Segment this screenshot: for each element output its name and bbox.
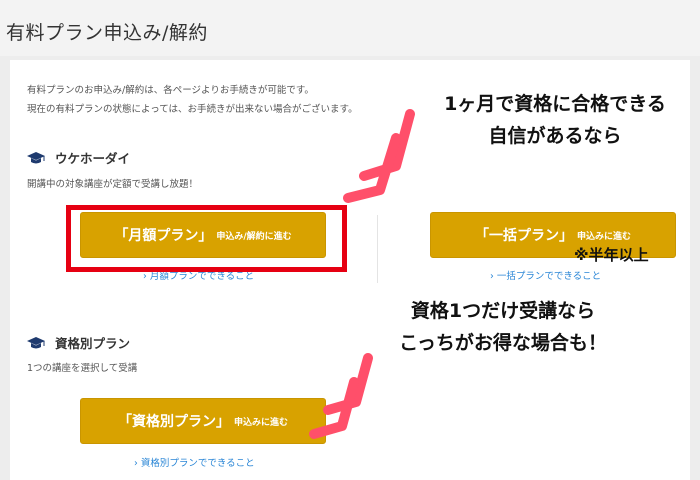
annotation-bottom-line1: 資格1つだけ受講なら (410, 300, 596, 322)
section-ukehodai-heading: ウケホーダイ (27, 148, 130, 167)
annotation-bottom: 資格1つだけ受講なら こっちがお得な場合も！ (378, 295, 628, 359)
annotation-top: 1ヶ月で資格に合格できる 自信があるなら (420, 88, 690, 152)
column-divider (377, 215, 378, 283)
lump-sum-plan-info-link[interactable]: › 一括プランでできること (490, 268, 601, 282)
lump-sum-plan-action: 申込みに進む (576, 231, 631, 242)
pink-chevron-arrow-icon (343, 109, 415, 203)
per-qualification-plan-button[interactable]: 「資格別プラン」 申込みに進む (80, 398, 326, 444)
section-ukehodai-desc: 開講中の対象講座が定額で受講し放題！ (27, 179, 199, 190)
annotation-top-line2: 自信があるなら (488, 125, 622, 147)
annotation-top-line1: 1ヶ月で資格に合格できる (444, 93, 666, 115)
lump-sum-plan-label: 「一括プラン」 (474, 228, 573, 244)
section-ukehodai-title: ウケホーダイ (55, 151, 131, 166)
section-shikaku-desc: 1つの講座を選択して受講 (27, 363, 138, 374)
graduation-cap-icon (27, 151, 45, 163)
page-header: 有料プラン申込み/解約 (0, 0, 700, 56)
section-shikaku-heading: 資格別プラン (27, 333, 130, 352)
page-title: 有料プラン申込み/解約 (6, 22, 208, 44)
monthly-plan-highlight (66, 205, 347, 272)
graduation-cap-icon (27, 336, 45, 348)
section-shikaku-title: 資格別プラン (55, 336, 131, 351)
per-qualification-plan-label: 「資格別プラン」 (117, 414, 230, 430)
pink-chevron-arrow-icon (309, 353, 373, 439)
annotation-bottom-line2: こっちがお得な場合も！ (399, 332, 607, 354)
intro-text-1: 有料プランのお申込み/解約は、各ページよりお手続きが可能です。 (27, 85, 314, 96)
per-qualification-plan-info-link[interactable]: › 資格別プランでできること (134, 455, 255, 469)
per-qualification-plan-action: 申込みに進む (233, 417, 288, 428)
annotation-half-year: ※半年以上 (574, 246, 649, 264)
intro-text-2: 現在の有料プランの状態によっては、お手続きが出来ない場合がございます。 (27, 104, 358, 115)
